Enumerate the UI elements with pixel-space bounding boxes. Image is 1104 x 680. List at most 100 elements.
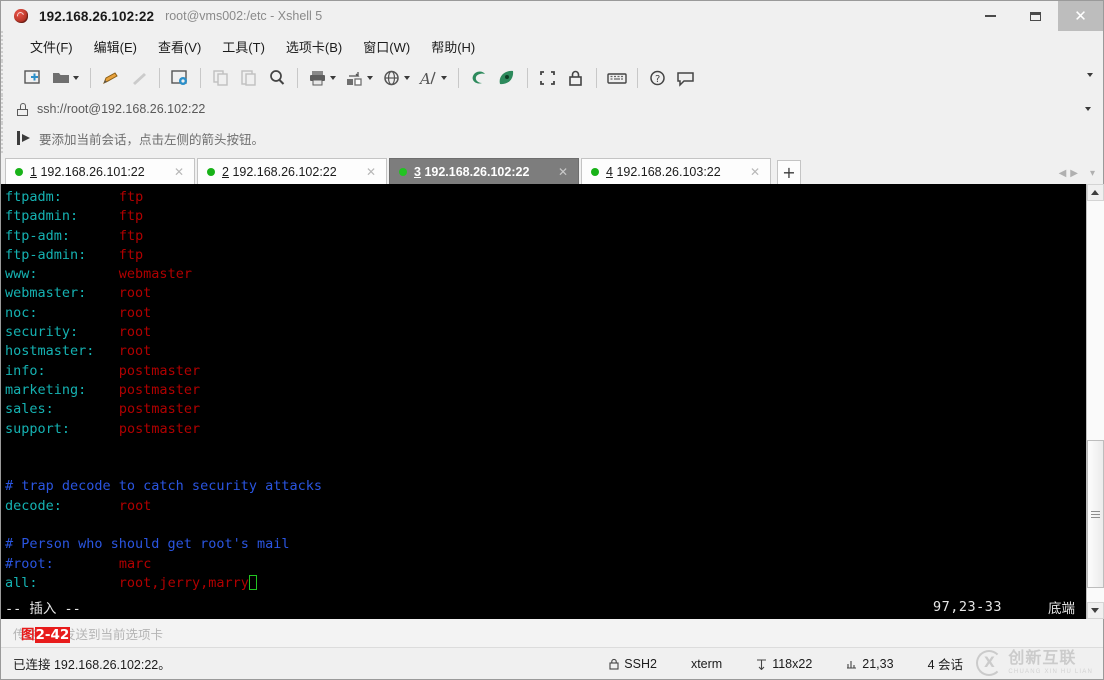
scrollbar-grip-icon: [1090, 510, 1100, 518]
menu-bar: 文件(F) 编辑(E) 查看(V) 工具(T) 选项卡(B) 窗口(W) 帮助(…: [1, 31, 1103, 61]
tab-close-icon[interactable]: ✕: [362, 165, 380, 179]
toolbar-divider: [297, 68, 298, 88]
terminal-alias-value: ftp: [118, 189, 144, 205]
tab-navigation: ◀ ▶ ▾: [1059, 168, 1095, 179]
tab-3[interactable]: 3 192.168.26.102:22 ✕: [389, 158, 579, 184]
tab-close-icon[interactable]: ✕: [170, 165, 188, 179]
status-protocol-label: SSH2: [624, 656, 657, 671]
terminal-alias-key: info:: [5, 362, 46, 379]
new-session-button[interactable]: [19, 64, 47, 92]
minimize-button[interactable]: [968, 1, 1013, 31]
chevron-down-icon[interactable]: [73, 76, 79, 80]
tab-status-dot-icon: [15, 167, 23, 176]
terminal-alias-key: #root:: [5, 555, 54, 572]
add-session-arrow-icon: [17, 131, 31, 145]
toolbar-divider: [90, 68, 91, 88]
status-sessions[interactable]: 4 会话: [928, 654, 963, 673]
session-properties-icon: [171, 70, 187, 85]
status-cursor[interactable]: 21,33: [846, 657, 894, 671]
close-icon: ✕: [1074, 6, 1087, 25]
lock-button[interactable]: [562, 64, 590, 92]
shell-green-icon: [472, 71, 485, 84]
globe-button[interactable]: [378, 64, 415, 92]
address-chevron-down-icon[interactable]: [1085, 107, 1091, 111]
connection-status: 已连接 192.168.26.102:22。: [13, 658, 171, 672]
open-folder-button[interactable]: [47, 64, 84, 92]
address-bar[interactable]: ssh://root@192.168.26.102:22: [1, 95, 1103, 123]
new-tab-button[interactable]: +: [777, 160, 801, 184]
tab-status-dot-icon: [399, 167, 407, 176]
fullscreen-button[interactable]: [534, 64, 562, 92]
tab-close-icon[interactable]: ✕: [554, 165, 572, 179]
chevron-down-icon[interactable]: [367, 76, 373, 80]
file-transfer-button[interactable]: [341, 64, 378, 92]
terminal-alias-value: postmaster: [118, 420, 201, 437]
status-terminal-type[interactable]: xterm: [691, 657, 722, 671]
svg-text:A: A: [418, 70, 431, 88]
shell-green-alt-icon: [499, 70, 514, 85]
chevron-down-icon[interactable]: [404, 76, 410, 80]
tab-next-icon[interactable]: ▶: [1070, 168, 1078, 179]
minimize-icon: [985, 15, 996, 17]
tab-label: 192.168.26.102:22: [424, 164, 530, 179]
watermark-logo-icon: X: [976, 650, 1003, 676]
file-transfer-icon: [347, 72, 362, 86]
svg-text:?: ?: [655, 74, 660, 85]
lock-icon: [17, 102, 28, 116]
keyboard-button[interactable]: [603, 64, 631, 92]
restore-icon: [1030, 11, 1041, 21]
notice-bar: 要添加当前会话，点击左侧的箭头按钮。: [1, 123, 1103, 153]
cursor-icon: [847, 660, 857, 669]
tab-label: 192.168.26.101:22: [40, 164, 145, 179]
tab-prev-icon[interactable]: ◀: [1059, 168, 1067, 179]
fullscreen-icon: [540, 71, 555, 85]
tab-close-icon[interactable]: ✕: [746, 165, 764, 179]
menu-edit[interactable]: 编辑(E): [85, 34, 146, 59]
menu-file[interactable]: 文件(F): [21, 34, 82, 59]
status-protocol[interactable]: SSH2: [609, 657, 657, 671]
terminal-output[interactable]: ftpadm: ftp ftpadmin: ftp ftp-adm: ftp ftp-…: [1, 184, 1086, 619]
status-size[interactable]: 118x22: [756, 657, 812, 671]
toolbar-divider: [596, 68, 597, 88]
toolbar-divider: [637, 68, 638, 88]
toolbar-overflow-chevron-down-icon[interactable]: [1087, 73, 1093, 77]
pencil-edit-button[interactable]: [97, 64, 125, 92]
close-button[interactable]: ✕: [1058, 1, 1103, 31]
scrollbar-track[interactable]: [1086, 201, 1104, 602]
title-bar: 192.168.26.102:22 root@vms002:/etc - Xsh…: [1, 1, 1103, 31]
terminal-alias-value: root: [118, 343, 152, 360]
terminal-scrollbar[interactable]: [1086, 184, 1104, 619]
tab-label: 192.168.26.103:22: [616, 164, 721, 179]
terminal-alias-value: root: [118, 497, 152, 514]
terminal-alias-key: ftp-admin:: [5, 246, 87, 263]
shell-green-button[interactable]: [465, 64, 493, 92]
print-button[interactable]: [304, 64, 341, 92]
scroll-down-button[interactable]: [1086, 602, 1104, 619]
tab-2[interactable]: 2 192.168.26.102:22 ✕: [197, 158, 387, 184]
tab-menu-chevron-down-icon[interactable]: ▾: [1090, 168, 1095, 179]
paste-button: [235, 64, 263, 92]
session-properties-button[interactable]: [166, 64, 194, 92]
help-button[interactable]: ?: [644, 64, 672, 92]
chevron-down-icon[interactable]: [330, 76, 336, 80]
menu-window[interactable]: 窗口(W): [354, 34, 419, 59]
tab-4[interactable]: 4 192.168.26.103:22 ✕: [581, 158, 771, 184]
keyboard-icon: [607, 73, 627, 84]
toolbar: A ?: [1, 61, 1103, 95]
tab-1[interactable]: 1 192.168.26.101:22 ✕: [5, 158, 195, 184]
chat-button[interactable]: [672, 64, 700, 92]
scroll-up-button[interactable]: [1086, 184, 1104, 201]
chevron-down-icon[interactable]: [441, 76, 447, 80]
font-button[interactable]: A: [415, 64, 452, 92]
find-button[interactable]: [263, 64, 291, 92]
menu-tools[interactable]: 工具(T): [213, 34, 274, 59]
menu-help[interactable]: 帮助(H): [422, 34, 484, 59]
paste-icon: [241, 70, 256, 86]
shell-green-alt-button[interactable]: [493, 64, 521, 92]
maximize-button[interactable]: [1013, 1, 1058, 31]
scrollbar-thumb[interactable]: [1086, 440, 1104, 588]
terminal-line: decode: root: [5, 497, 1086, 516]
tab-number: 3: [414, 164, 421, 179]
menu-view[interactable]: 查看(V): [149, 34, 210, 59]
menu-tabs[interactable]: 选项卡(B): [277, 34, 351, 59]
